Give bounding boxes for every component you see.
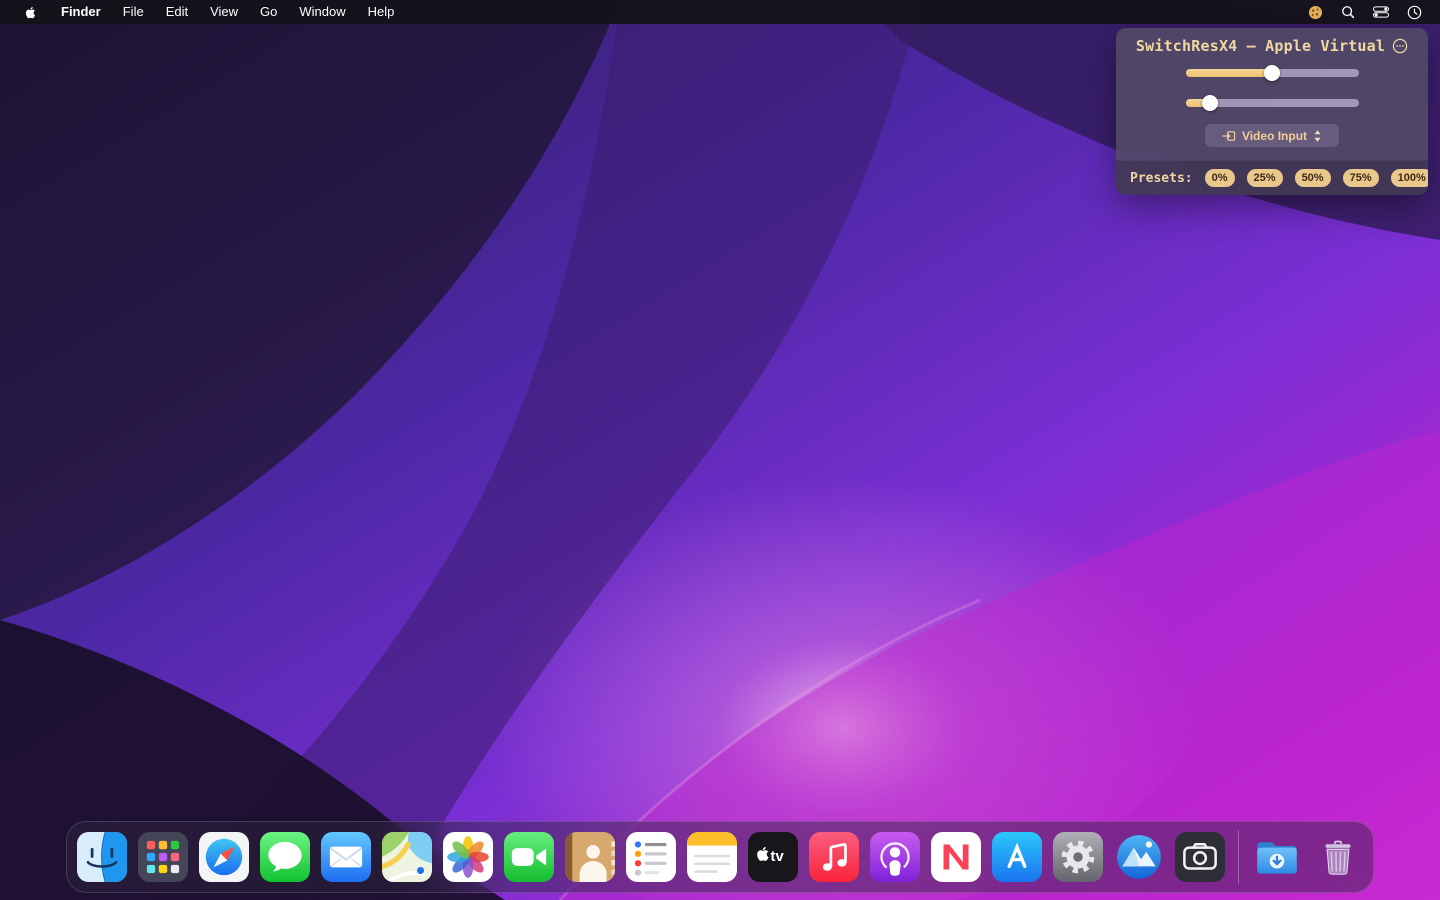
menu-item-file[interactable]: File: [112, 0, 155, 24]
slider-1-track[interactable]: [1186, 69, 1359, 77]
podcasts-icon: [870, 832, 920, 882]
app-store-icon: [992, 832, 1042, 882]
music-icon: [809, 832, 859, 882]
video-input-button[interactable]: Video Input: [1205, 124, 1339, 147]
dock-item-contacts[interactable]: [565, 832, 615, 882]
dock-separator: [1238, 830, 1239, 884]
dock-item-app-store[interactable]: [992, 832, 1042, 882]
menu-item-view[interactable]: View: [199, 0, 249, 24]
dock-item-facetime[interactable]: [504, 832, 554, 882]
dock-item-maps[interactable]: [382, 832, 432, 882]
trash-icon: [1313, 832, 1363, 882]
apple-tv-icon: tv: [748, 832, 798, 882]
dock-item-podcasts[interactable]: [870, 832, 920, 882]
chevron-up-down-icon: [1313, 129, 1322, 143]
preset-100[interactable]: 100%: [1391, 169, 1428, 187]
mail-icon: [321, 832, 371, 882]
slider-1-knob[interactable]: [1264, 65, 1280, 81]
dock-item-launchpad[interactable]: [138, 832, 188, 882]
menu-bar-left: Finder File Edit View Go Window Help: [0, 0, 405, 24]
apple-icon: [24, 5, 38, 20]
menu-item-help[interactable]: Help: [357, 0, 406, 24]
news-icon: [931, 832, 981, 882]
menu-bar-status-area: [1303, 0, 1440, 24]
apple-menu[interactable]: [12, 5, 50, 20]
slider-1-fill: [1186, 69, 1273, 77]
dock-item-downloads[interactable]: [1252, 832, 1302, 882]
dock-item-mail[interactable]: [321, 832, 371, 882]
slider-2-track[interactable]: [1186, 99, 1359, 107]
preset-50[interactable]: 50%: [1295, 169, 1331, 187]
safari-icon: [199, 832, 249, 882]
video-input-label: Video Input: [1242, 129, 1307, 143]
spotlight-icon[interactable]: [1336, 0, 1360, 24]
dock-item-photos[interactable]: [443, 832, 493, 882]
control-center-icon[interactable]: [1369, 0, 1393, 24]
notes-icon: [687, 832, 737, 882]
preset-0[interactable]: 0%: [1205, 169, 1235, 187]
ellipsis-circle-icon[interactable]: [1392, 38, 1408, 54]
preset-75[interactable]: 75%: [1343, 169, 1379, 187]
slider-2[interactable]: [1186, 95, 1359, 111]
input-source-icon: [1222, 129, 1236, 143]
reminders-icon: [626, 832, 676, 882]
presets-label: Presets:: [1130, 171, 1193, 186]
screenshot-icon: [1175, 832, 1225, 882]
dock-item-safari[interactable]: [199, 832, 249, 882]
slider-1[interactable]: [1186, 65, 1359, 81]
facetime-icon: [504, 832, 554, 882]
dock-item-screenshot[interactable]: [1175, 832, 1225, 882]
dock-item-messages[interactable]: [260, 832, 310, 882]
slider-2-knob[interactable]: [1202, 95, 1218, 111]
launchpad-icon: [138, 832, 188, 882]
dock-item-finder[interactable]: [77, 832, 127, 882]
menu-bar: Finder File Edit View Go Window Help: [0, 0, 1440, 24]
contacts-icon: [565, 832, 615, 882]
dock-item-apple-tv[interactable]: tv: [748, 832, 798, 882]
menu-item-go[interactable]: Go: [249, 0, 288, 24]
downloads-folder-icon: [1252, 832, 1302, 882]
photos-icon: [443, 832, 493, 882]
presets-row: Presets: 0% 25% 50% 75% 100%: [1116, 160, 1428, 195]
dock: tv: [66, 821, 1374, 893]
dock-item-music[interactable]: [809, 832, 859, 882]
menu-item-finder[interactable]: Finder: [50, 0, 112, 24]
dock-item-news[interactable]: [931, 832, 981, 882]
dock-item-system-preferences[interactable]: [1053, 832, 1103, 882]
svg-text:tv: tv: [770, 848, 784, 865]
panel-title: SwitchResX4 — Apple Virtual: [1136, 37, 1385, 55]
system-preferences-icon: [1053, 832, 1103, 882]
clock-icon[interactable]: [1402, 0, 1426, 24]
dock-item-trash[interactable]: [1313, 832, 1363, 882]
dock-item-display-utility[interactable]: [1114, 832, 1164, 882]
dock-item-reminders[interactable]: [626, 832, 676, 882]
finder-icon: [77, 832, 127, 882]
menubar-extra-icon[interactable]: [1303, 0, 1327, 24]
panel-header: SwitchResX4 — Apple Virtual: [1116, 28, 1428, 56]
messages-icon: [260, 832, 310, 882]
dock-item-notes[interactable]: [687, 832, 737, 882]
preset-25[interactable]: 25%: [1247, 169, 1283, 187]
display-utility-icon: [1114, 832, 1164, 882]
switchresx-panel: SwitchResX4 — Apple Virtual Video Input …: [1116, 28, 1428, 195]
menu-item-edit[interactable]: Edit: [155, 0, 199, 24]
menu-item-window[interactable]: Window: [288, 0, 356, 24]
maps-icon: [382, 832, 432, 882]
